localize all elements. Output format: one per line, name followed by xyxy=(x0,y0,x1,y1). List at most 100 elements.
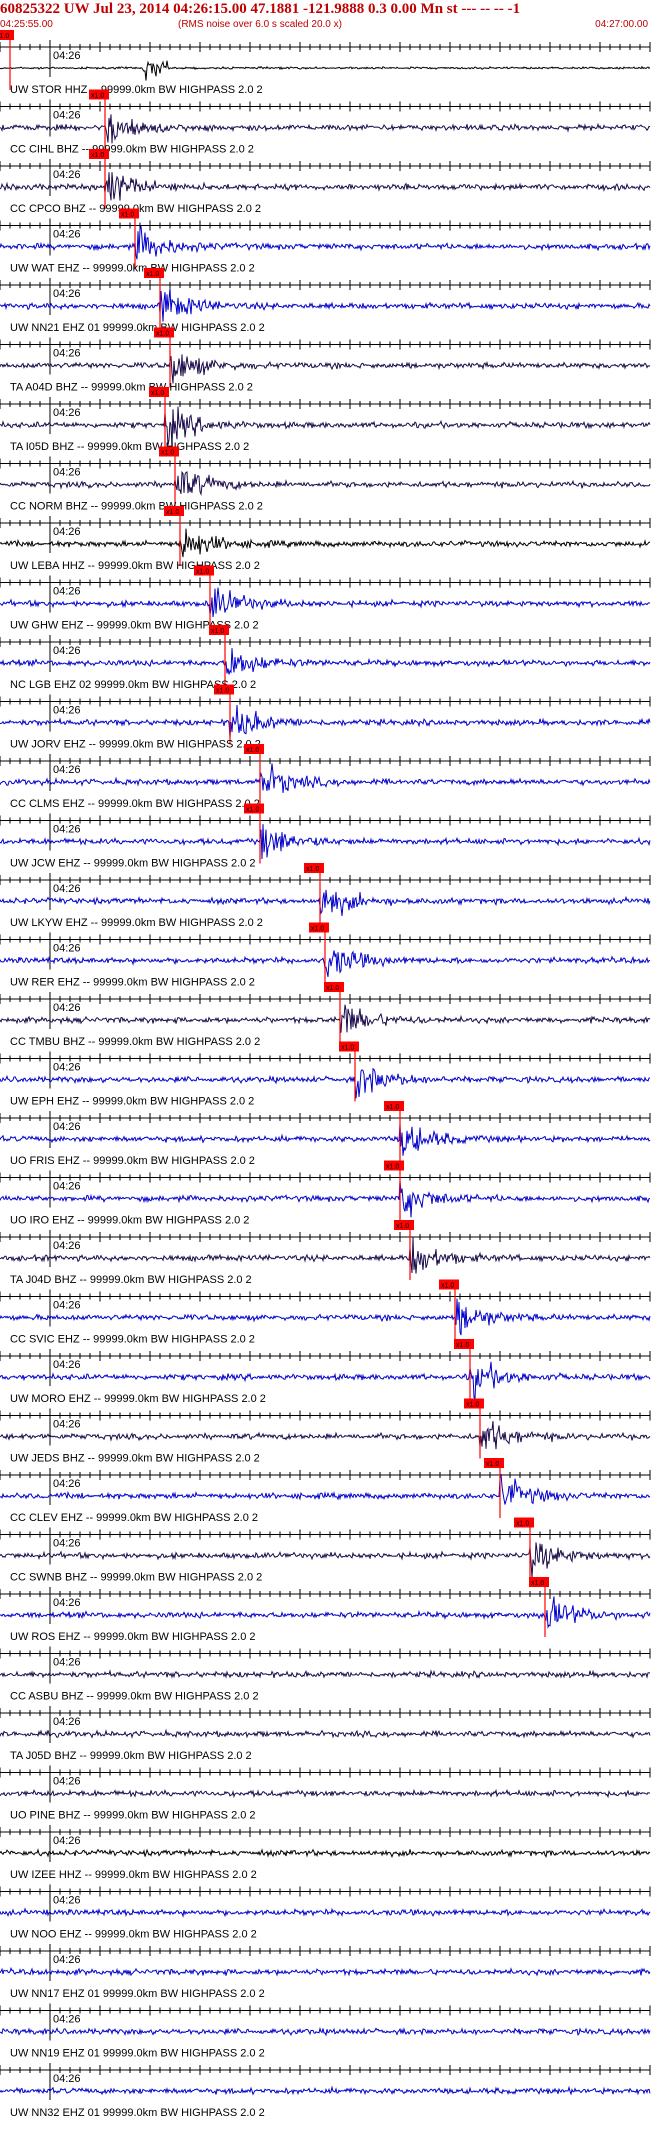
pick-label: x1.0 xyxy=(246,747,259,754)
minute-label: 04:26 xyxy=(53,526,81,538)
trace-label: CC NORM BHZ -- 99999.0km BW HIGHPASS 2.0… xyxy=(10,501,263,513)
trace-label: CC TMBU BHZ -- 99999.0km BW HIGHPASS 2.0… xyxy=(10,1036,260,1048)
minute-label: 04:26 xyxy=(53,169,81,181)
trace-label: UW RER EHZ -- 99999.0km BW HIGHPASS 2.0 … xyxy=(10,977,255,989)
pick-label: x1.0 xyxy=(326,985,339,992)
pick-label: x1.0 xyxy=(166,509,179,516)
minute-label: 04:26 xyxy=(53,943,81,955)
pick-label: x1.0 xyxy=(151,390,164,397)
waveform-trace xyxy=(0,1298,651,1336)
minute-label: 04:26 xyxy=(53,705,81,717)
pick-label: x1.0 xyxy=(156,331,169,338)
trace-label: UW EPH EHZ -- 99999.0km BW HIGHPASS 2.0 … xyxy=(10,1096,254,1108)
pick-label: x1.0 xyxy=(441,1283,454,1290)
minute-label: 04:26 xyxy=(53,50,81,62)
pick-label: x1.0 xyxy=(121,212,134,219)
waveform-trace xyxy=(0,1788,651,1799)
trace-label: CC SWNB BHZ -- 99999.0km BW HIGHPASS 2.0… xyxy=(10,1572,262,1584)
pick-label: x1.0 xyxy=(311,926,324,933)
trace-label: CC CIHL BHZ -- 99999.0km BW HIGHPASS 2.0… xyxy=(10,144,254,156)
trace-label: CC SVIC EHZ -- 99999.0km BW HIGHPASS 2.0… xyxy=(10,1334,255,1346)
pick-label: x1.0 xyxy=(466,1402,479,1409)
waveform-trace xyxy=(0,1004,651,1033)
trace-label: UW LKYW EHZ -- 99999.0km BW HIGHPASS 2.0… xyxy=(10,917,263,929)
waveform-trace xyxy=(0,172,651,201)
trace-label: CC CLEV EHZ -- 99999.0km BW HIGHPASS 2.0… xyxy=(10,1512,258,1524)
pick-label: x1.0 xyxy=(396,1223,409,1230)
trace-label: TA I05D BHZ -- 99999.0km BW HIGHPASS 2.0… xyxy=(10,441,249,453)
waveform-trace xyxy=(0,1421,651,1450)
trace-label: UW NN19 EHZ 01 99999.0km BW HIGHPASS 2.0… xyxy=(10,2048,265,2060)
pick-label: x1.0 xyxy=(211,628,224,635)
pick-label: x1.0 xyxy=(386,1164,399,1171)
trace-label: TA A04D BHZ -- 99999.0km BW HIGHPASS 2.0… xyxy=(10,382,253,394)
trace-label: UW STOR HHZ -- 99999.0km BW HIGHPASS 2.0… xyxy=(10,84,263,96)
waveform-trace xyxy=(0,2026,651,2037)
waveform-trace xyxy=(0,1848,651,1859)
trace-label: TA J05D BHZ -- 99999.0km BW HIGHPASS 2.0… xyxy=(10,1750,252,1762)
minute-label: 04:26 xyxy=(53,1002,81,1014)
trace-label: UW WAT EHZ -- 99999.0km BW HIGHPASS 2.0 … xyxy=(10,263,255,275)
trace-label: CC CLMS EHZ -- 99999.0km BW HIGHPASS 2.0… xyxy=(10,798,260,810)
pick-label: x1.0 xyxy=(516,1521,529,1528)
minute-label: 04:26 xyxy=(53,1954,81,1966)
trace-label: UW JEDS BHZ -- 99999.0km BW HIGHPASS 2.0… xyxy=(10,1453,260,1465)
minute-label: 04:26 xyxy=(53,764,81,776)
trace-label: UW JORV EHZ -- 99999.0km BW HIGHPASS 2.0… xyxy=(10,739,261,751)
trace-label: CC ASBU BHZ -- 99999.0km BW HIGHPASS 2.0… xyxy=(10,1691,259,1703)
minute-label: 04:26 xyxy=(53,824,81,836)
trace-label: UO PINE BHZ -- 99999.0km BW HIGHPASS 2.0… xyxy=(10,1810,256,1822)
pick-label: x1.0 xyxy=(306,866,319,873)
trace-label: UW NN17 EHZ 01 99999.0km BW HIGHPASS 2.0… xyxy=(10,1988,265,2000)
trace-label: UW JCW EHZ -- 99999.0km BW HIGHPASS 2.0 … xyxy=(10,858,256,870)
waveform-trace xyxy=(0,60,651,81)
minute-label: 04:26 xyxy=(53,1062,81,1074)
minute-label: 04:26 xyxy=(53,1478,81,1490)
pick-label: x1.0 xyxy=(196,569,209,576)
waveform-trace xyxy=(0,1669,651,1680)
minute-label: 04:26 xyxy=(53,229,81,241)
minute-label: 04:26 xyxy=(53,407,81,419)
minute-label: 04:26 xyxy=(53,883,81,895)
waveform-trace xyxy=(0,470,651,497)
minute-label: 04:26 xyxy=(53,645,81,657)
minute-label: 04:26 xyxy=(53,1716,81,1728)
minute-label: 04:26 xyxy=(53,1835,81,1847)
minute-label: 04:26 xyxy=(53,1300,81,1312)
pick-label: x1.0 xyxy=(531,1580,544,1587)
minute-label: 04:26 xyxy=(53,467,81,479)
waveform-trace xyxy=(0,226,651,260)
minute-label: 04:26 xyxy=(53,1181,81,1193)
waveform-trace xyxy=(0,528,650,558)
pick-label: x1.0 xyxy=(456,1342,469,1349)
waveform-trace xyxy=(0,889,651,917)
minute-label: 04:26 xyxy=(53,1240,81,1252)
trace-label: UW MORO EHZ -- 99999.0km BW HIGHPASS 2.0… xyxy=(10,1393,266,1405)
pick-label: x1.0 xyxy=(216,688,229,695)
waveform-trace xyxy=(0,1966,651,1977)
waveform-trace xyxy=(0,114,651,144)
waveform-trace xyxy=(0,1123,651,1156)
waveform-trace xyxy=(0,763,651,793)
waveform-trace xyxy=(0,1473,651,1505)
waveform-trace xyxy=(0,1237,651,1274)
minute-label: 04:26 xyxy=(53,288,81,300)
trace-label: UW ROS EHZ -- 99999.0km BW HIGHPASS 2.0 … xyxy=(10,1631,256,1643)
waveform-trace xyxy=(0,1067,651,1099)
minute-label: 04:26 xyxy=(53,1538,81,1550)
trace-label: TA J04D BHZ -- 99999.0km BW HIGHPASS 2.0… xyxy=(10,1274,252,1286)
minute-label: 04:26 xyxy=(53,1895,81,1907)
waveform-trace xyxy=(0,1180,650,1218)
minute-label: 04:26 xyxy=(53,1419,81,1431)
waveform-trace xyxy=(0,1596,651,1629)
pick-label: x1.0 xyxy=(246,807,259,814)
pick-label: x1.0 xyxy=(386,1104,399,1111)
minute-label: 04:26 xyxy=(53,110,81,122)
minute-label: 04:26 xyxy=(53,1597,81,1609)
trace-label: UW LEBA HHZ -- 99999.0km BW HIGHPASS 2.0… xyxy=(10,560,260,572)
pick-label: x1.0 xyxy=(0,33,9,40)
waveform-trace xyxy=(0,2085,651,2096)
waveform-trace xyxy=(0,354,651,384)
waveform-trace xyxy=(0,1728,651,1739)
trace-label: UW NOO EHZ -- 99999.0km BW HIGHPASS 2.0 … xyxy=(10,1929,257,1941)
